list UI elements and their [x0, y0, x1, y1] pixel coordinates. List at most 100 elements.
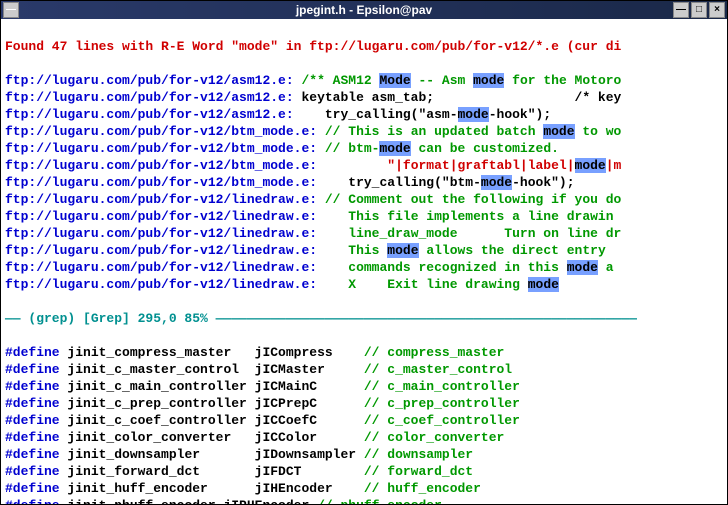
titlebar[interactable]: — jpegint.h - Epsilon@pav — □ × — [1, 1, 727, 19]
define-comment: // color_converter — [364, 430, 504, 445]
grep-row[interactable]: ftp://lugaru.com/pub/for-v12/btm_mode.e:… — [5, 140, 723, 157]
grep-results: ftp://lugaru.com/pub/for-v12/asm12.e: /*… — [5, 72, 723, 293]
define-comment: // phuff_encoder — [317, 498, 442, 504]
grep-row[interactable]: ftp://lugaru.com/pub/for-v12/asm12.e: tr… — [5, 106, 723, 123]
code-text: -hook"); — [512, 175, 574, 190]
define-block: #define jinit_compress_master jICompress… — [5, 344, 723, 504]
comment-text: // btm- — [325, 141, 380, 156]
grep-path: ftp://lugaru.com/pub/for-v12/linedraw.e: — [5, 243, 317, 258]
define-comment: // downsampler — [364, 447, 473, 462]
define-row[interactable]: #define jinit_compress_master jICompress… — [5, 344, 723, 361]
define-keyword: #define — [5, 396, 67, 411]
define-name: jinit_downsampler — [67, 447, 254, 462]
string-text: mode — [575, 158, 606, 173]
comment-text: can be customized. — [411, 141, 559, 156]
define-keyword: #define — [5, 362, 67, 377]
grep-row[interactable]: ftp://lugaru.com/pub/for-v12/asm12.e: /*… — [5, 72, 723, 89]
define-keyword: #define — [5, 413, 67, 428]
define-name: jinit_c_main_controller — [67, 379, 254, 394]
grep-row[interactable]: ftp://lugaru.com/pub/for-v12/linedraw.e:… — [5, 191, 723, 208]
define-keyword: #define — [5, 447, 67, 462]
comment-text: X Exit line drawing — [325, 277, 528, 292]
define-name: jinit_c_prep_controller — [67, 396, 254, 411]
define-value: jICColor — [255, 430, 364, 445]
define-comment: // c_coef_controller — [364, 413, 520, 428]
define-value: jIHEncoder — [255, 481, 364, 496]
define-keyword: #define — [5, 464, 67, 479]
comment-text: -- Asm — [411, 73, 473, 88]
define-keyword: #define — [5, 430, 67, 445]
code-text: try_calling("btm- — [325, 175, 481, 190]
define-value: jIDownsampler — [255, 447, 364, 462]
define-row[interactable]: #define jinit_phuff_encoder jIPHEncoder … — [5, 497, 723, 504]
define-row[interactable]: #define jinit_downsampler jIDownsampler … — [5, 446, 723, 463]
comment-text: /** ASM12 — [301, 73, 379, 88]
define-name: jinit_phuff_encoder — [67, 498, 223, 504]
define-row[interactable]: #define jinit_c_master_control jICMaster… — [5, 361, 723, 378]
comment-text: to wo — [575, 124, 622, 139]
modeline-grep: —— (grep) [Grep] 295,0 85% —————————————… — [5, 310, 723, 327]
close-icon[interactable]: × — [709, 2, 725, 18]
grep-path: ftp://lugaru.com/pub/for-v12/btm_mode.e: — [5, 158, 317, 173]
define-row[interactable]: #define jinit_color_converter jICColor /… — [5, 429, 723, 446]
code-text: keytable asm_tab; /* key — [301, 90, 621, 105]
grep-row[interactable]: ftp://lugaru.com/pub/for-v12/linedraw.e:… — [5, 208, 723, 225]
define-row[interactable]: #define jinit_c_main_controller jICMainC… — [5, 378, 723, 395]
define-comment: // c_master_control — [364, 362, 512, 377]
define-value: jICompress — [255, 345, 364, 360]
grep-row[interactable]: ftp://lugaru.com/pub/for-v12/btm_mode.e:… — [5, 123, 723, 140]
define-name: jinit_c_coef_controller — [67, 413, 254, 428]
define-comment: // c_prep_controller — [364, 396, 520, 411]
grep-path: ftp://lugaru.com/pub/for-v12/btm_mode.e: — [5, 175, 317, 190]
define-keyword: #define — [5, 379, 67, 394]
define-row[interactable]: #define jinit_huff_encoder jIHEncoder //… — [5, 480, 723, 497]
maximize-icon[interactable]: □ — [691, 2, 707, 18]
string-text: "|format|graftabl|label| — [325, 158, 575, 173]
define-row[interactable]: #define jinit_forward_dct jIFDCT // forw… — [5, 463, 723, 480]
define-value: jIPHEncoder — [223, 498, 317, 504]
match-text: mode — [528, 277, 559, 292]
grep-path: ftp://lugaru.com/pub/for-v12/linedraw.e: — [5, 277, 317, 292]
grep-row[interactable]: ftp://lugaru.com/pub/for-v12/linedraw.e:… — [5, 225, 723, 242]
grep-row[interactable]: ftp://lugaru.com/pub/for-v12/linedraw.e:… — [5, 276, 723, 293]
grep-row[interactable]: ftp://lugaru.com/pub/for-v12/btm_mode.e:… — [5, 174, 723, 191]
code-text: try_calling("asm- — [301, 107, 457, 122]
comment-text: line_draw_mode Turn on line dr — [325, 226, 621, 241]
comment-text: // This is an updated batch — [325, 124, 543, 139]
define-row[interactable]: #define jinit_c_prep_controller jICPrepC… — [5, 395, 723, 412]
grep-row[interactable]: ftp://lugaru.com/pub/for-v12/btm_mode.e:… — [5, 157, 723, 174]
grep-path: ftp://lugaru.com/pub/for-v12/linedraw.e: — [5, 209, 317, 224]
comment-text: for the Motoro — [504, 73, 621, 88]
define-value: jICMainC — [255, 379, 364, 394]
grep-path: ftp://lugaru.com/pub/for-v12/linedraw.e: — [5, 260, 317, 275]
comment-text: // Comment out the following if you do — [325, 192, 621, 207]
grep-path: ftp://lugaru.com/pub/for-v12/asm12.e: — [5, 90, 294, 105]
minimize-icon[interactable]: — — [673, 2, 689, 18]
define-comment: // forward_dct — [364, 464, 473, 479]
define-value: jICMaster — [255, 362, 364, 377]
string-text: |m — [606, 158, 622, 173]
code-text: -hook"); — [489, 107, 551, 122]
grep-row[interactable]: ftp://lugaru.com/pub/for-v12/asm12.e: ke… — [5, 89, 723, 106]
grep-path: ftp://lugaru.com/pub/for-v12/btm_mode.e: — [5, 124, 317, 139]
define-comment: // huff_encoder — [364, 481, 481, 496]
grep-path: ftp://lugaru.com/pub/for-v12/btm_mode.e: — [5, 141, 317, 156]
define-value: jICPrepC — [255, 396, 364, 411]
comment-text: allows the direct entry — [419, 243, 606, 258]
match-text: mode — [567, 260, 598, 275]
grep-row[interactable]: ftp://lugaru.com/pub/for-v12/linedraw.e:… — [5, 242, 723, 259]
terminal-area[interactable]: Found 47 lines with R-E Word "mode" in f… — [1, 19, 727, 504]
code-text: mode — [458, 107, 489, 122]
comment-text: This — [325, 243, 387, 258]
window-title: jpegint.h - Epsilon@pav — [296, 3, 432, 17]
comment-text: commands recognized in this — [325, 260, 567, 275]
grep-row[interactable]: ftp://lugaru.com/pub/for-v12/linedraw.e:… — [5, 259, 723, 276]
grep-path: ftp://lugaru.com/pub/for-v12/linedraw.e: — [5, 226, 317, 241]
grep-header: Found 47 lines with R-E Word "mode" in f… — [5, 38, 723, 55]
define-row[interactable]: #define jinit_c_coef_controller jICCoefC… — [5, 412, 723, 429]
define-name: jinit_c_master_control — [67, 362, 254, 377]
define-value: jIFDCT — [255, 464, 364, 479]
comment-text: This file implements a line drawin — [325, 209, 614, 224]
system-menu-icon[interactable]: — — [3, 2, 19, 18]
comment-text: a — [598, 260, 614, 275]
